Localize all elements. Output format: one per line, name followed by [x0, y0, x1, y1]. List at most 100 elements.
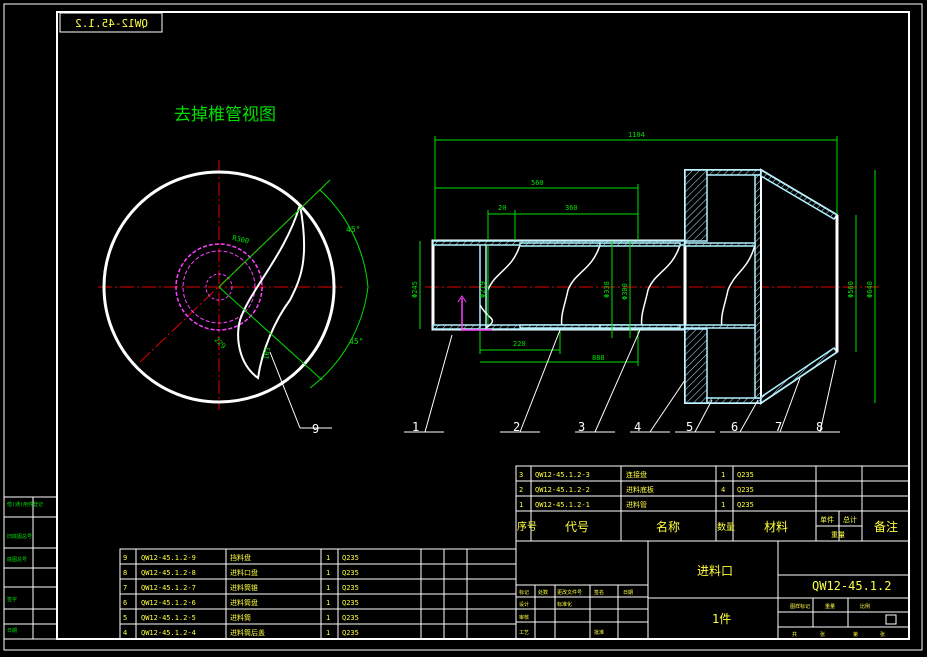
- title-name: 进料口: [697, 564, 733, 578]
- dim-phi338: Φ338: [603, 281, 611, 298]
- boml-code-3: QW12-45.1.2-7: [141, 584, 196, 592]
- boml-no-5: 5: [123, 614, 127, 622]
- boml-qty-2: 1: [326, 569, 330, 577]
- tb-label-2: 处数: [538, 589, 548, 596]
- boml-name-5: 进料筒: [230, 613, 251, 622]
- bomr-h-weight: 重量: [831, 531, 845, 539]
- bomr-h-remark: 备注: [874, 519, 898, 534]
- balloon-2: 2: [513, 420, 520, 434]
- bomr-code-2: QW12-45.1.2-2: [535, 486, 590, 494]
- bomr-mat-1: Q235: [737, 471, 754, 479]
- angle-45-bottom: 45°: [349, 337, 363, 346]
- boml-no-4: 6: [123, 599, 127, 607]
- tb-label-17: 张: [880, 631, 885, 638]
- tb-label-11: 图样标记: [790, 603, 810, 610]
- boml-no-6: 4: [123, 629, 127, 637]
- boml-qty-3: 1: [326, 584, 330, 592]
- bomr-h-name: 名称: [656, 519, 680, 534]
- boml-mat-4: Q235: [342, 599, 359, 607]
- tb-label-6: 设计: [519, 601, 529, 608]
- circular-view: 45° 45° R300 229 103: [98, 160, 369, 429]
- dim-560: 560: [531, 179, 544, 187]
- boml-name-3: 进料筒锥: [230, 583, 258, 592]
- top-code-text: QW12-45.1.2: [75, 17, 148, 30]
- tb-label-10: 批准: [594, 629, 604, 636]
- bomr-name-3: 进料管: [626, 500, 647, 509]
- boml-code-2: QW12-45.1.2-8: [141, 569, 196, 577]
- tb-label-12: 重量: [825, 603, 835, 610]
- balloon-1: 1: [412, 420, 419, 434]
- boml-no-3: 7: [123, 584, 127, 592]
- boml-code-1: QW12-45.1.2-9: [141, 554, 196, 562]
- bomr-no-2: 2: [519, 486, 523, 494]
- balloon-5: 5: [686, 420, 693, 434]
- boml-code-4: QW12-45.1.2-6: [141, 599, 196, 607]
- bomr-h-unit: 单件: [820, 515, 834, 524]
- bomr-h-total: 总计: [843, 515, 857, 524]
- dim-phi219: Φ219: [479, 281, 487, 298]
- side-strip: 借(通)用件登记 旧底图总号 底图总号 签字 日期: [3, 496, 58, 640]
- dim-phi300: Φ300: [621, 283, 629, 300]
- dim-229: 229: [213, 336, 228, 351]
- tb-label-14: 共: [792, 631, 797, 638]
- boml-mat-6: Q235: [342, 629, 359, 637]
- dim-20: 20: [498, 204, 506, 212]
- bomr-name-1: 连接盘: [626, 470, 647, 479]
- tb-label-4: 签名: [594, 589, 604, 596]
- side-label-2: 旧底图总号: [7, 533, 32, 540]
- balloon-4: 4: [634, 420, 641, 434]
- balloon-3: 3: [578, 420, 585, 434]
- balloon-9: 9: [312, 422, 319, 436]
- bomr-qty-1: 1: [721, 471, 725, 479]
- dim-phi245: Φ245: [411, 281, 419, 298]
- boml-name-6: 进料筒后盖: [230, 628, 265, 637]
- bomr-mat-2: Q235: [737, 486, 754, 494]
- bomr-name-2: 进料底板: [626, 485, 654, 494]
- side-label-3: 底图总号: [7, 556, 27, 563]
- side-label-1: 借(通)用件登记: [7, 501, 43, 508]
- boml-qty-5: 1: [326, 614, 330, 622]
- bomr-code-3: QW12-45.1.2-1: [535, 501, 590, 509]
- dim-r300: R300: [232, 234, 250, 245]
- boml-qty-1: 1: [326, 554, 330, 562]
- boml-no-1: 9: [123, 554, 127, 562]
- tb-label-1: 标记: [519, 589, 529, 596]
- bomr-h-no: 序号: [517, 520, 537, 533]
- bomr-no-1: 3: [519, 471, 523, 479]
- bom-left: [119, 548, 517, 640]
- bomr-qty-2: 4: [721, 486, 725, 494]
- side-label-4: 签字: [7, 596, 17, 603]
- tb-label-8: 工艺: [519, 630, 529, 636]
- tb-label-5: 日期: [623, 590, 633, 596]
- boml-qty-6: 1: [326, 629, 330, 637]
- boml-mat-1: Q235: [342, 554, 359, 562]
- bomr-mat-3: Q235: [737, 501, 754, 509]
- tb-label-13: 比例: [860, 603, 870, 610]
- tb-label-3: 更改文件号: [557, 589, 582, 596]
- side-label-5: 日期: [7, 628, 17, 634]
- boml-mat-2: Q235: [342, 569, 359, 577]
- angle-45-top: 45°: [346, 225, 360, 234]
- bomr-code-1: QW12-45.1.2-3: [535, 471, 590, 479]
- boml-qty-4: 1: [326, 599, 330, 607]
- drawing-sheet: QW12-45.1.2 借(通)用件登记 旧底图总号 底图总号 签字 日期 去掉…: [3, 3, 923, 651]
- bomr-qty-3: 1: [721, 501, 725, 509]
- dim-1104: 1104: [628, 131, 645, 139]
- boml-mat-3: Q235: [342, 584, 359, 592]
- boml-mat-5: Q235: [342, 614, 359, 622]
- boml-name-4: 进料筒盘: [230, 598, 258, 607]
- tb-label-7: 审核: [519, 614, 529, 621]
- boml-name-1: 挡料盘: [230, 553, 251, 562]
- bomr-no-3: 1: [519, 501, 523, 509]
- bomr-h-qty: 数量: [717, 521, 735, 533]
- title-code: QW12-45.1.2: [812, 579, 891, 593]
- boml-code-5: QW12-45.1.2-5: [141, 614, 196, 622]
- dim-220: 220: [513, 340, 526, 348]
- tb-label-15: 张: [820, 631, 825, 638]
- view-title: 去掉椎管视图: [174, 105, 276, 125]
- boml-name-2: 进料口盘: [230, 568, 258, 577]
- bomr-h-code: 代号: [565, 520, 589, 534]
- tb-label-9: 标准化: [557, 601, 572, 608]
- tb-label-16: 第: [853, 631, 858, 638]
- boml-no-2: 8: [123, 569, 127, 577]
